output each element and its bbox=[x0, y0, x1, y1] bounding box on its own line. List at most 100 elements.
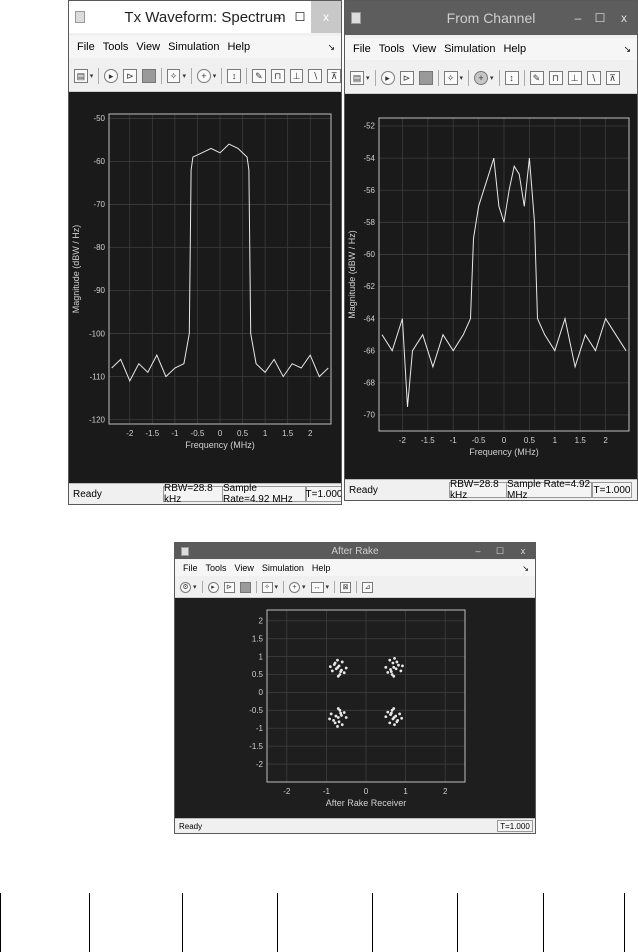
dock-arrow-icon[interactable]: ↘ bbox=[522, 564, 529, 573]
status-rbw: RBW=28.8 kHz bbox=[449, 479, 507, 500]
scale-axes-icon[interactable]: ↕ bbox=[227, 69, 242, 83]
peak-icon[interactable]: ⊥ bbox=[567, 71, 582, 85]
menu-tools[interactable]: Tools bbox=[379, 43, 405, 55]
step-forward-icon[interactable]: ⊳ bbox=[123, 69, 137, 83]
scatter-point bbox=[336, 716, 340, 719]
y-tick-label: -70 bbox=[363, 411, 375, 420]
scatter-point bbox=[329, 712, 333, 716]
menu-help[interactable]: Help bbox=[503, 43, 526, 55]
y-tick-label: 0.5 bbox=[252, 670, 264, 679]
measure-icon[interactable]: ⊿ bbox=[362, 581, 374, 593]
step-forward-icon[interactable]: ⊳ bbox=[223, 581, 235, 593]
scale-axes-icon[interactable]: ↕ bbox=[504, 71, 519, 85]
menu-view[interactable]: View bbox=[136, 41, 160, 53]
tx-title-bar[interactable]: Tx Waveform: Spectrum – ☐ x bbox=[69, 1, 341, 33]
rake-title-bar[interactable]: After Rake – ☐ x bbox=[175, 543, 535, 559]
x-tick-label: -2 bbox=[399, 436, 407, 445]
scatter-point bbox=[400, 716, 404, 720]
scale-axes-icon[interactable]: ↔ bbox=[310, 581, 324, 593]
measure-icon[interactable]: ⊓ bbox=[548, 71, 563, 85]
menu-file[interactable]: File bbox=[77, 41, 95, 53]
menu-tools[interactable]: Tools bbox=[206, 563, 227, 573]
y-tick-label: -1 bbox=[256, 724, 264, 733]
scatter-point bbox=[393, 656, 396, 660]
chevron-down-icon[interactable]: ▾ bbox=[460, 74, 464, 82]
x-tick-label: -1.5 bbox=[421, 436, 435, 445]
highlight-icon[interactable]: ✧ bbox=[261, 581, 273, 593]
scatter-point bbox=[401, 664, 404, 668]
run-icon[interactable]: ▸ bbox=[104, 69, 119, 83]
scatter-point bbox=[395, 660, 399, 664]
menu-help[interactable]: Help bbox=[227, 41, 250, 53]
minimize-button[interactable]: – bbox=[267, 1, 289, 33]
rake-status-bar: Ready T=1.000 bbox=[175, 818, 535, 833]
x-axis-label: After Rake Receiver bbox=[326, 798, 407, 808]
chevron-down-icon[interactable]: ▾ bbox=[182, 72, 186, 80]
maximize-button[interactable]: ☐ bbox=[489, 543, 511, 559]
close-button[interactable]: x bbox=[311, 1, 341, 33]
cursor-icon[interactable]: ∖ bbox=[308, 69, 323, 83]
channel-icon[interactable]: ⊼ bbox=[605, 71, 620, 85]
stop-icon[interactable] bbox=[418, 71, 433, 85]
chevron-down-icon[interactable]: ▾ bbox=[90, 72, 94, 80]
peak-icon[interactable]: ⊥ bbox=[289, 69, 304, 83]
dock-arrow-icon[interactable]: ↘ bbox=[623, 44, 631, 55]
menu-view[interactable]: View bbox=[412, 43, 436, 55]
print-icon[interactable]: ▤ bbox=[350, 71, 364, 85]
toolbar-separator bbox=[498, 70, 500, 86]
y-tick-label: 0 bbox=[259, 688, 264, 697]
zoom-icon[interactable]: + bbox=[196, 69, 211, 83]
step-forward-icon[interactable]: ⊳ bbox=[399, 71, 414, 85]
menu-help[interactable]: Help bbox=[312, 563, 331, 573]
scatter-point bbox=[386, 710, 390, 714]
channel-title-bar[interactable]: From Channel – ☐ x bbox=[345, 1, 637, 35]
maximize-button[interactable]: ☐ bbox=[289, 1, 311, 33]
chevron-down-icon[interactable]: ▾ bbox=[193, 583, 197, 591]
scatter-point bbox=[393, 723, 396, 727]
chevron-down-icon[interactable]: ▾ bbox=[366, 74, 370, 82]
highlight-icon[interactable]: ✧ bbox=[443, 71, 458, 85]
chevron-down-icon[interactable]: ▾ bbox=[302, 583, 306, 591]
run-icon[interactable]: ▸ bbox=[380, 71, 395, 85]
edit-icon[interactable]: ✎ bbox=[529, 71, 544, 85]
chevron-down-icon[interactable]: ▾ bbox=[326, 583, 330, 591]
menu-simulation[interactable]: Simulation bbox=[262, 563, 304, 573]
scatter-point bbox=[391, 661, 395, 665]
menu-simulation[interactable]: Simulation bbox=[168, 41, 219, 53]
fit-to-view-icon[interactable]: ⊠ bbox=[340, 581, 352, 593]
y-tick-label: -100 bbox=[89, 329, 106, 338]
maximize-button[interactable]: ☐ bbox=[589, 1, 611, 35]
zoom-icon[interactable]: + bbox=[474, 71, 489, 85]
y-tick-label: -90 bbox=[93, 286, 105, 295]
menu-tools[interactable]: Tools bbox=[103, 41, 129, 53]
menu-file[interactable]: File bbox=[183, 563, 198, 573]
x-tick-label: -2 bbox=[126, 429, 134, 438]
toolbar-separator bbox=[201, 581, 203, 593]
stop-icon[interactable] bbox=[141, 69, 156, 83]
menu-file[interactable]: File bbox=[353, 43, 371, 55]
minimize-button[interactable]: – bbox=[467, 543, 489, 559]
cursor-icon[interactable]: ∖ bbox=[586, 71, 601, 85]
channel-icon[interactable]: ⊼ bbox=[327, 69, 341, 83]
stop-icon[interactable] bbox=[239, 581, 251, 593]
menu-view[interactable]: View bbox=[235, 563, 254, 573]
measure-icon[interactable]: ⊓ bbox=[270, 69, 285, 83]
close-button[interactable]: x bbox=[511, 543, 535, 559]
close-button[interactable]: x bbox=[611, 1, 637, 35]
chevron-down-icon[interactable]: ▾ bbox=[275, 583, 279, 591]
zoom-icon[interactable]: + bbox=[289, 581, 301, 593]
minimize-button[interactable]: – bbox=[567, 1, 589, 35]
x-tick-label: -0.5 bbox=[472, 436, 486, 445]
dock-arrow-icon[interactable]: ↘ bbox=[327, 42, 335, 53]
edit-icon[interactable]: ✎ bbox=[252, 69, 266, 83]
tx-spectrum-window: Tx Waveform: Spectrum – ☐ x File Tools V… bbox=[68, 0, 342, 505]
chevron-down-icon[interactable]: ▾ bbox=[490, 74, 494, 82]
print-icon[interactable]: ▤ bbox=[74, 69, 88, 83]
run-icon[interactable]: ▸ bbox=[207, 581, 219, 593]
y-tick-label: -0.5 bbox=[249, 706, 263, 715]
table-divider bbox=[182, 893, 183, 952]
chevron-down-icon[interactable]: ▾ bbox=[213, 72, 217, 80]
menu-simulation[interactable]: Simulation bbox=[444, 43, 495, 55]
highlight-icon[interactable]: ✧ bbox=[166, 69, 181, 83]
settings-icon[interactable]: ⚙ bbox=[180, 581, 191, 593]
